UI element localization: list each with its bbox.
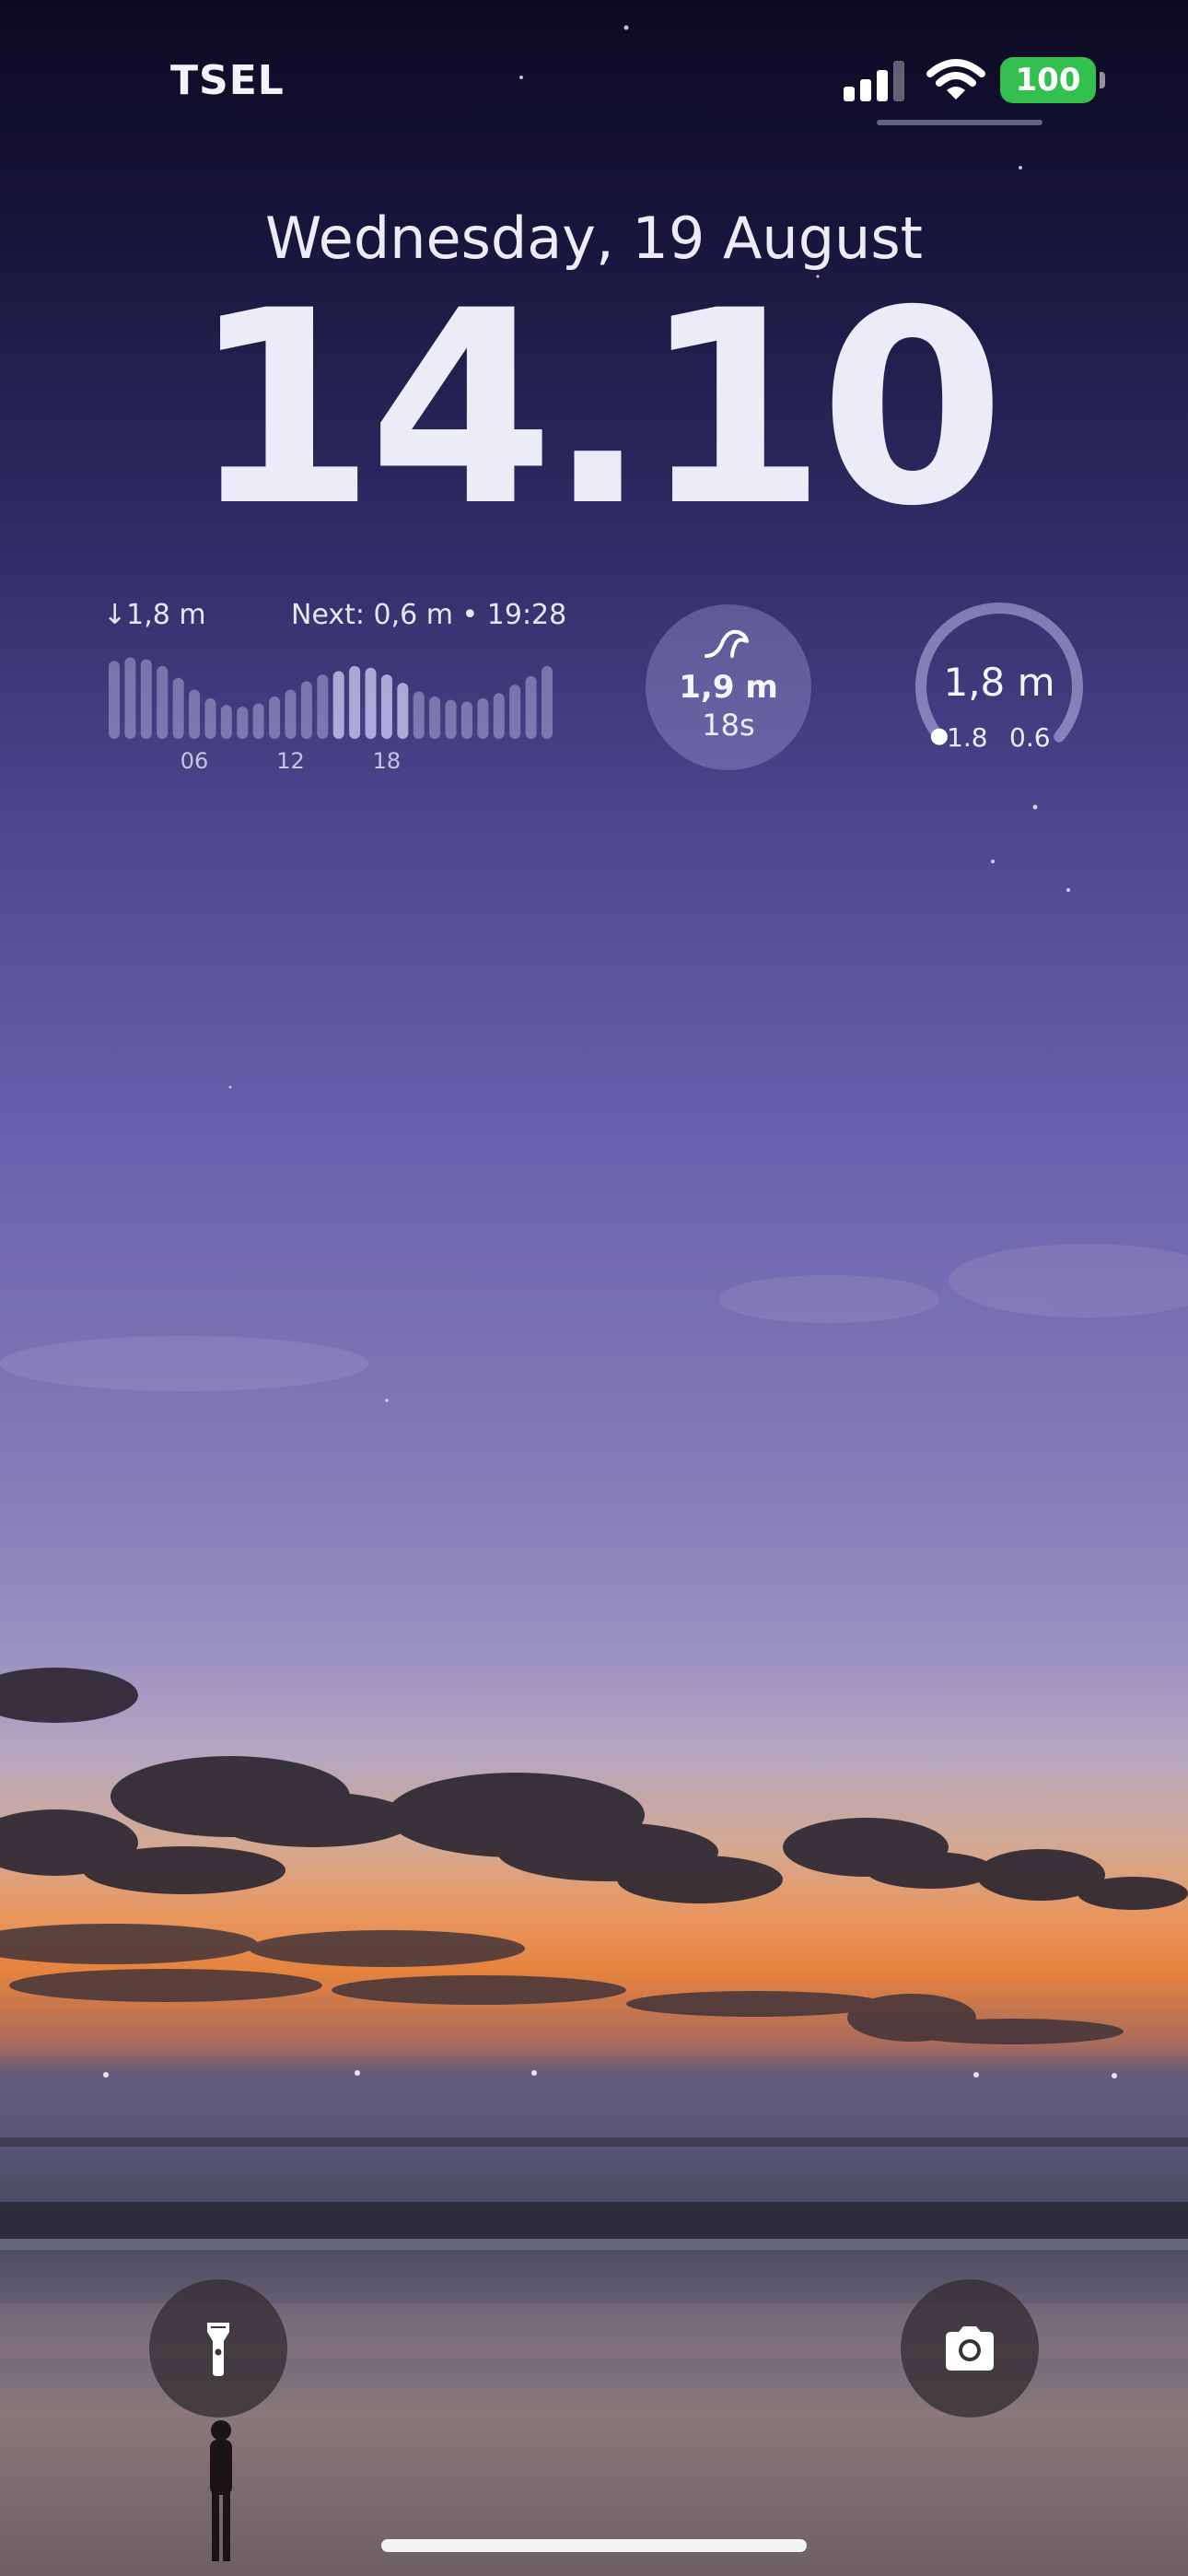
tide-bar bbox=[109, 661, 120, 739]
tide-bar bbox=[269, 697, 281, 739]
tide-bar bbox=[493, 693, 505, 739]
tide-bar bbox=[380, 674, 392, 739]
swell-period: 18s bbox=[702, 708, 755, 743]
tide-bar bbox=[317, 674, 329, 739]
tide-bar bbox=[172, 677, 184, 739]
tide-bar bbox=[237, 707, 249, 739]
tide-bar bbox=[349, 665, 361, 739]
lock-screen: TSEL 100 Wednesday, 19 August 14.10 ↓1,8… bbox=[0, 0, 1188, 2576]
tide-bar bbox=[365, 667, 377, 739]
gauge-max-label: 0.6 bbox=[1009, 722, 1051, 753]
faint-clouds bbox=[0, 1244, 1188, 1391]
tide-bar bbox=[285, 689, 297, 739]
tide-bar bbox=[300, 681, 312, 739]
tide-bar-chart: 06 12 18 bbox=[109, 657, 553, 774]
home-indicator[interactable] bbox=[381, 2539, 807, 2552]
tide-bar bbox=[429, 697, 441, 739]
tide-bar bbox=[140, 659, 152, 739]
tide-x-tick-label: 12 bbox=[276, 748, 305, 774]
tide-bar bbox=[525, 675, 537, 739]
control-center-grabber[interactable] bbox=[877, 120, 1042, 125]
tide-bar bbox=[157, 665, 169, 739]
swell-widget[interactable]: 1,9 m 18s bbox=[646, 604, 811, 770]
boat-lights bbox=[103, 2070, 1117, 2078]
battery-level: 100 bbox=[1015, 62, 1081, 99]
lock-time[interactable]: 14.10 bbox=[0, 276, 1188, 544]
tide-bar bbox=[332, 671, 344, 739]
tide-x-tick-label: 18 bbox=[373, 748, 402, 774]
camera-button[interactable] bbox=[901, 2279, 1039, 2418]
tide-bar bbox=[445, 699, 457, 739]
tide-bar bbox=[252, 703, 264, 739]
tide-bar bbox=[220, 705, 232, 739]
tide-x-tick-label: 06 bbox=[181, 748, 209, 774]
tide-bar bbox=[509, 685, 521, 739]
swell-height: 1,9 m bbox=[679, 669, 778, 706]
tide-bar bbox=[204, 697, 216, 739]
dark-clouds bbox=[0, 1668, 1188, 1910]
battery-icon: 100 bbox=[1000, 57, 1096, 103]
tide-bar bbox=[397, 683, 409, 739]
tide-bar bbox=[542, 665, 553, 739]
flashlight-button[interactable] bbox=[149, 2279, 287, 2418]
carrier-name: TSEL bbox=[170, 57, 285, 104]
cellular-signal-icon bbox=[844, 61, 904, 101]
tide-bar bbox=[460, 701, 472, 739]
tide-bar bbox=[189, 689, 201, 739]
wifi-icon bbox=[926, 59, 985, 100]
gauge-min-label: 1.8 bbox=[947, 722, 988, 753]
tide-bar bbox=[477, 697, 489, 739]
tide-next-label: Next: 0,6 m • 19:28 bbox=[291, 599, 567, 631]
tide-bar bbox=[413, 691, 425, 739]
camera-icon bbox=[946, 2326, 994, 2371]
tide-low-label: ↓1,8 m bbox=[103, 599, 206, 631]
gauge-value: 1,8 m bbox=[943, 660, 1055, 705]
flashlight-icon bbox=[207, 2323, 229, 2376]
person-silhouette bbox=[210, 2420, 232, 2561]
tide-bar bbox=[124, 657, 136, 739]
tide-widget[interactable]: ↓1,8 m Next: 0,6 m • 19:28 06 12 18 bbox=[99, 599, 566, 783]
wave-gauge-widget[interactable]: 1,8 m 1.8 0.6 bbox=[912, 599, 1087, 774]
horizon-clouds bbox=[0, 1924, 1124, 2044]
wave-icon bbox=[705, 629, 749, 658]
battery-terminal bbox=[1100, 72, 1105, 88]
gauge-indicator-dot bbox=[930, 728, 948, 745]
